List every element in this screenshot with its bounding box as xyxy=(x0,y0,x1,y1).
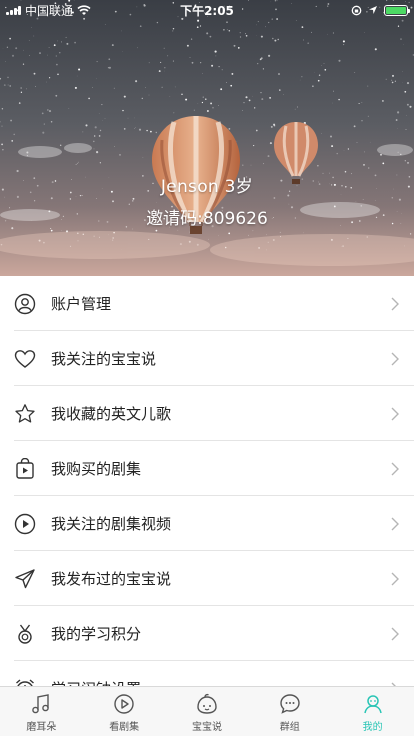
medal-icon xyxy=(14,623,36,645)
tab-watch-series[interactable]: 看剧集 xyxy=(83,687,166,736)
menu-item-label: 账户管理 xyxy=(51,295,112,313)
location-arrow-icon xyxy=(369,6,377,14)
play-bag-icon xyxy=(14,457,36,480)
carrier-name: 中国联通 xyxy=(25,3,74,18)
cellular-signal-icon xyxy=(6,5,21,15)
profile-name: Jenson 3岁 xyxy=(160,177,254,197)
profile-header: 中国联通 下午2:05 Jenson 3岁 邀请码:809626 xyxy=(0,0,414,276)
star-icon xyxy=(14,403,36,425)
user-icon xyxy=(363,695,382,714)
starry-sky-background xyxy=(0,0,414,276)
menu-item-followed-baby-talk[interactable]: 我关注的宝宝说 xyxy=(0,331,414,386)
menu-item-label: 我发布过的宝宝说 xyxy=(51,570,172,588)
tab-bar: 磨耳朵 看剧集 宝宝说 群组 我的 xyxy=(0,686,414,736)
menu-item-favorite-songs[interactable]: 我收藏的英文儿歌 xyxy=(0,386,414,441)
menu-item-label: 我关注的剧集视频 xyxy=(51,515,172,533)
invite-code: 邀请码:809626 xyxy=(146,209,268,229)
menu-item-label: 我关注的宝宝说 xyxy=(51,350,157,368)
status-time: 下午2:05 xyxy=(180,3,234,18)
menu-item-label: 我的学习积分 xyxy=(51,625,142,643)
tab-mine[interactable]: 我的 xyxy=(331,687,414,736)
play-circle-icon xyxy=(114,694,134,714)
chevron-right-icon xyxy=(391,462,399,475)
menu-item-label: 学习闹钟设置 xyxy=(51,678,390,686)
menu-item-alarm-settings[interactable]: 学习闹钟设置 xyxy=(0,661,414,686)
chat-bubble-icon xyxy=(280,694,300,714)
chevron-right-icon xyxy=(391,407,399,420)
chevron-right-icon xyxy=(391,297,399,310)
heart-icon xyxy=(14,348,36,370)
menu-item-published-baby-talk[interactable]: 我发布过的宝宝说 xyxy=(0,551,414,606)
chevron-right-icon xyxy=(391,352,399,365)
status-bar: 中国联通 下午2:05 xyxy=(0,0,414,20)
tab-label: 我的 xyxy=(362,722,383,733)
tab-groups[interactable]: 群组 xyxy=(248,687,331,736)
chevron-right-icon xyxy=(391,572,399,585)
tab-label: 看剧集 xyxy=(109,722,140,733)
alarm-clock-icon xyxy=(14,678,36,686)
menu-item-label: 我购买的剧集 xyxy=(51,460,142,478)
menu-item-learning-points[interactable]: 我的学习积分 xyxy=(0,606,414,661)
screen: 中国联通 下午2:05 Jenson 3岁 邀请码:809626 账户管理 我关… xyxy=(0,0,414,736)
menu-item-account[interactable]: 账户管理 xyxy=(0,276,414,331)
paper-plane-icon xyxy=(14,568,36,590)
tab-label: 群组 xyxy=(279,722,300,733)
menu-item-followed-videos[interactable]: 我关注的剧集视频 xyxy=(0,496,414,551)
music-note-icon xyxy=(32,694,50,714)
tab-listen[interactable]: 磨耳朵 xyxy=(0,687,83,736)
tab-baby-talk[interactable]: 宝宝说 xyxy=(166,687,249,736)
settings-menu: 账户管理 我关注的宝宝说 我收藏的英文儿歌 我购买的剧集 我关注的剧集视频 我发… xyxy=(0,276,414,686)
orientation-lock-icon xyxy=(351,5,362,15)
battery-icon xyxy=(384,4,410,16)
user-circle-icon xyxy=(14,293,36,315)
baby-face-icon xyxy=(197,693,217,714)
chevron-right-icon xyxy=(391,627,399,640)
chevron-right-icon xyxy=(391,517,399,530)
menu-item-label: 我收藏的英文儿歌 xyxy=(51,405,172,423)
play-circle-icon xyxy=(14,513,36,535)
tab-label: 宝宝说 xyxy=(191,722,222,733)
wifi-icon xyxy=(77,4,91,15)
tab-label: 磨耳朵 xyxy=(26,722,57,733)
menu-item-purchased-series[interactable]: 我购买的剧集 xyxy=(0,441,414,496)
